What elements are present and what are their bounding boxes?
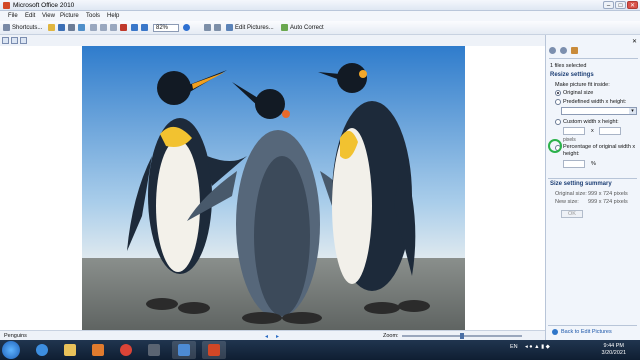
resize-settings-header: Resize settings <box>550 72 594 78</box>
back-arrow-icon <box>552 329 558 335</box>
start-button[interactable] <box>2 341 20 359</box>
menu-bar: File Edit View Picture Tools Help <box>0 11 640 21</box>
files-selected-text: 1 files selected <box>550 63 587 69</box>
minimize-button[interactable]: – <box>603 1 614 9</box>
shortcuts-icon <box>3 24 10 31</box>
back-to-edit-pictures-link[interactable]: Back to Edit Pictures <box>561 329 612 335</box>
zoom-label: Zoom: <box>383 333 399 339</box>
penguins-image <box>82 46 465 330</box>
pane-nav <box>549 47 578 54</box>
paste-icon[interactable] <box>110 24 117 31</box>
summary-divider <box>548 178 637 179</box>
taskbar-office[interactable] <box>202 341 226 359</box>
pixels-label: pixels <box>563 137 576 143</box>
pane-close-icon[interactable]: ✕ <box>632 38 637 45</box>
single-view-icon[interactable] <box>20 37 27 44</box>
app-icon <box>3 2 10 9</box>
menu-view[interactable]: View <box>42 13 55 19</box>
menu-help[interactable]: Help <box>107 13 119 19</box>
custom-width-field[interactable] <box>563 127 585 135</box>
original-size-summary-value: 999 x 724 pixels <box>588 191 628 197</box>
taskbar-explorer[interactable] <box>58 341 82 359</box>
zoom-slider[interactable] <box>402 333 522 339</box>
predefined-radio[interactable] <box>555 99 561 105</box>
redo-icon[interactable] <box>141 24 148 31</box>
pane-divider <box>549 58 638 59</box>
tray-icons[interactable]: ◂ ● ▲ ▮ ◆ <box>525 344 550 350</box>
percentage-label: Percentage of original width x height: <box>563 144 636 157</box>
email-icon[interactable] <box>78 24 85 31</box>
delete-icon[interactable] <box>120 24 127 31</box>
save-icon[interactable] <box>58 24 65 31</box>
taskbar-picture-manager[interactable] <box>172 341 196 359</box>
copy-icon[interactable] <box>100 24 107 31</box>
percent-sign: % <box>591 161 596 167</box>
picture-canvas <box>0 46 545 330</box>
print-icon[interactable] <box>68 24 75 31</box>
pane-forward-icon[interactable] <box>560 47 567 54</box>
size-summary-header: Size setting summary <box>550 181 612 187</box>
close-button[interactable]: ✕ <box>627 1 638 9</box>
help-icon[interactable] <box>183 24 190 31</box>
custom-height-field[interactable] <box>599 127 621 135</box>
cut-icon[interactable] <box>90 24 97 31</box>
toolbar: Shortcuts... 82% Edit Pictures... Auto C… <box>0 21 640 35</box>
times-sign: x <box>591 128 594 134</box>
status-filename: Penguins <box>4 333 27 339</box>
edit-pictures-icon <box>226 24 233 31</box>
status-bar: Penguins ◂ ▸ Zoom: <box>0 330 545 340</box>
predefined-size-select[interactable]: ▾ <box>561 107 637 115</box>
taskbar-pen-tool[interactable] <box>142 341 166 359</box>
menu-picture[interactable]: Picture <box>60 13 79 19</box>
clock-time: 9:44 PM <box>603 343 624 349</box>
cursor-highlight <box>548 139 562 153</box>
window-controls: – □ ✕ <box>603 1 638 9</box>
chevron-down-icon[interactable]: ▾ <box>629 108 636 114</box>
title-bar: Microsoft Office 2010 – □ ✕ <box>0 0 640 11</box>
taskbar-clock[interactable]: 9:44 PM 3/20/2021 <box>602 343 626 357</box>
resize-task-pane: ✕ <box>545 35 640 340</box>
edit-pictures-button[interactable]: Edit Pictures... <box>235 24 274 32</box>
taskbar-ie[interactable] <box>30 341 54 359</box>
rotate-right-icon[interactable] <box>214 24 221 31</box>
window-title: Microsoft Office 2010 <box>13 2 75 9</box>
fit-inside-label: Make picture fit inside: <box>555 82 610 88</box>
new-size-summary-label: New size: <box>555 199 579 205</box>
original-size-radio[interactable] <box>555 90 561 96</box>
shortcuts-button[interactable]: Shortcuts... <box>12 24 42 32</box>
auto-correct-button[interactable]: Auto Correct <box>290 24 324 32</box>
menu-tools[interactable]: Tools <box>86 13 100 19</box>
penguins-photo <box>82 46 465 330</box>
taskbar: EN ◂ ● ▲ ▮ ◆ 9:44 PM 3/20/2021 <box>0 340 640 360</box>
original-size-summary-label: Original size: <box>555 191 587 197</box>
custom-label: Custom width x height: <box>563 119 619 125</box>
pane-home-icon[interactable] <box>571 47 578 54</box>
open-icon[interactable] <box>48 24 55 31</box>
menu-edit[interactable]: Edit <box>25 13 35 19</box>
filmstrip-view-icon[interactable] <box>11 37 18 44</box>
language-indicator[interactable]: EN <box>510 344 518 350</box>
view-bar <box>0 35 545 46</box>
zoom-slider-thumb[interactable] <box>460 333 464 339</box>
footer-divider <box>548 325 637 326</box>
original-size-label: Original size <box>563 90 594 96</box>
pane-back-icon[interactable] <box>549 47 556 54</box>
auto-correct-icon <box>281 24 288 31</box>
custom-radio[interactable] <box>555 119 561 125</box>
predefined-label: Predefined width x height: <box>563 99 627 105</box>
next-picture-icon[interactable]: ▸ <box>276 333 279 340</box>
taskbar-chrome[interactable] <box>114 341 138 359</box>
taskbar-media[interactable] <box>86 341 110 359</box>
zoom-select[interactable]: 82% <box>153 24 179 32</box>
ok-button[interactable]: OK <box>561 210 583 218</box>
percentage-field[interactable] <box>563 160 585 168</box>
undo-icon[interactable] <box>131 24 138 31</box>
clock-date: 3/20/2021 <box>601 350 626 356</box>
new-size-summary-value: 999 x 724 pixels <box>588 199 628 205</box>
menu-file[interactable]: File <box>8 13 18 19</box>
previous-picture-icon[interactable]: ◂ <box>265 333 268 340</box>
thumbnail-view-icon[interactable] <box>2 37 9 44</box>
maximize-button[interactable]: □ <box>615 1 626 9</box>
rotate-left-icon[interactable] <box>204 24 211 31</box>
